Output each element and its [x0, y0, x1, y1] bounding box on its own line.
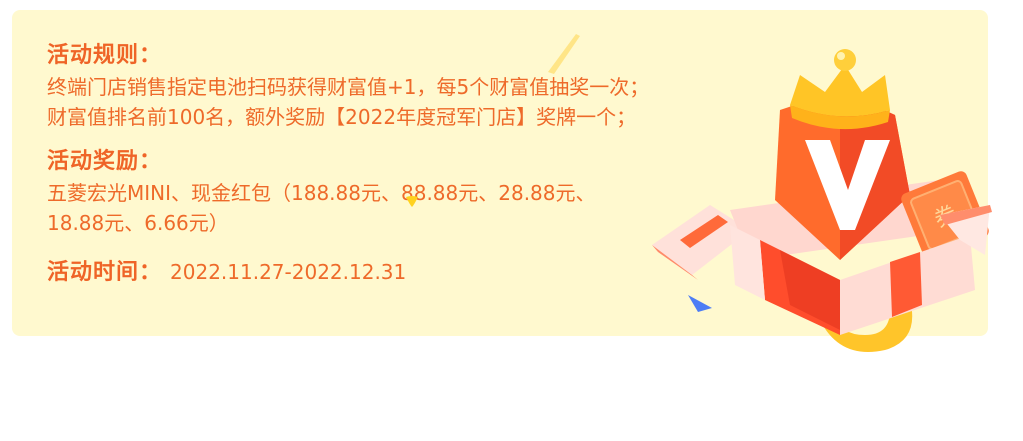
page: 活动规则： 终端门店销售指定电池扫码获得财富值+1，每5个财富值抽奖一次； 财富… [0, 0, 1023, 441]
time-value: 2022.11.27-2022.12.31 [170, 260, 407, 284]
yellow-dot-decoration [406, 196, 418, 207]
gift-box-illustration: V 券 [652, 30, 992, 352]
time-heading: 活动时间： [47, 260, 163, 285]
badge-letter: V [828, 30, 829, 31]
